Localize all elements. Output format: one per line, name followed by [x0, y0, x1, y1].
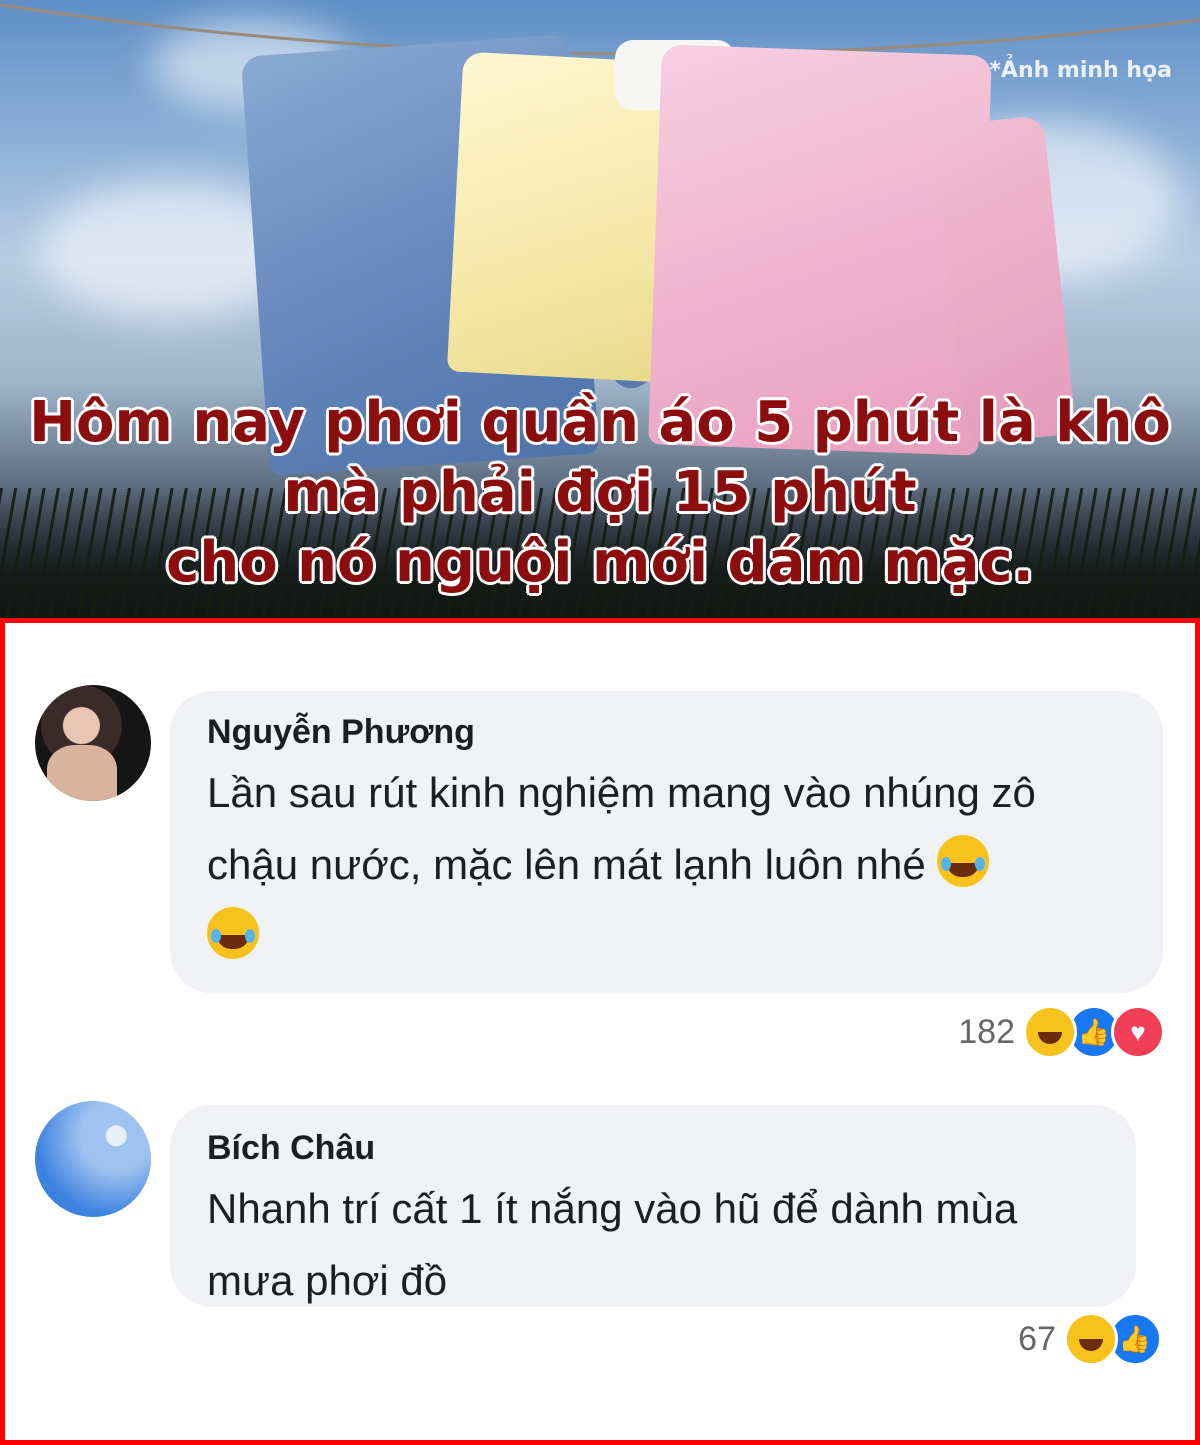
- avatar[interactable]: [35, 1101, 151, 1217]
- reactions-summary[interactable]: 182 👍 ♥: [958, 1005, 1165, 1059]
- headline-line: cho nó nguội mới dám mặc.: [166, 530, 1034, 595]
- comment-text-line: mưa phơi đồ: [207, 1257, 448, 1304]
- headline-line: Hôm nay phơi quần áo 5 phút là khô: [29, 390, 1171, 455]
- laughing-emoji-icon: [207, 907, 259, 959]
- laughing-emoji-icon: [937, 835, 990, 887]
- comment-text-line: chậu nước, mặc lên mát lạnh luôn nhé: [207, 841, 926, 888]
- comment-author[interactable]: Nguyễn Phương: [207, 713, 475, 752]
- headline: Hôm nay phơi quần áo 5 phút là khô mà ph…: [0, 388, 1200, 598]
- comment-author[interactable]: Bích Châu: [207, 1129, 375, 1168]
- reaction-count: 182: [958, 1012, 1015, 1051]
- comment-bubble: Bích Châu Nhanh trí cất 1 ít nắng vào hũ…: [170, 1105, 1136, 1307]
- avatar[interactable]: [35, 685, 151, 801]
- headline-line: mà phải đợi 15 phút: [283, 460, 917, 525]
- comment-text-line: Lần sau rút kinh nghiệm mang vào nhúng z…: [207, 769, 1036, 816]
- banner-image: *Ảnh minh họa Hôm nay phơi quần áo 5 phú…: [0, 0, 1200, 618]
- comment-bubble: Nguyễn Phương Lần sau rút kinh nghiệm ma…: [170, 691, 1163, 993]
- comment-text: Lần sau rút kinh nghiệm mang vào nhúng z…: [207, 757, 1137, 973]
- reaction-count: 67: [1018, 1319, 1056, 1358]
- reactions-summary[interactable]: 67 👍: [1018, 1312, 1162, 1366]
- haha-icon: [1023, 1005, 1077, 1059]
- haha-icon: [1064, 1312, 1118, 1366]
- comment-text-line: Nhanh trí cất 1 ít nắng vào hũ để dành m…: [207, 1185, 1018, 1232]
- comment-text: Nhanh trí cất 1 ít nắng vào hũ để dành m…: [207, 1173, 1137, 1317]
- illustration-caption: *Ảnh minh họa: [989, 58, 1172, 83]
- love-icon: ♥: [1111, 1005, 1165, 1059]
